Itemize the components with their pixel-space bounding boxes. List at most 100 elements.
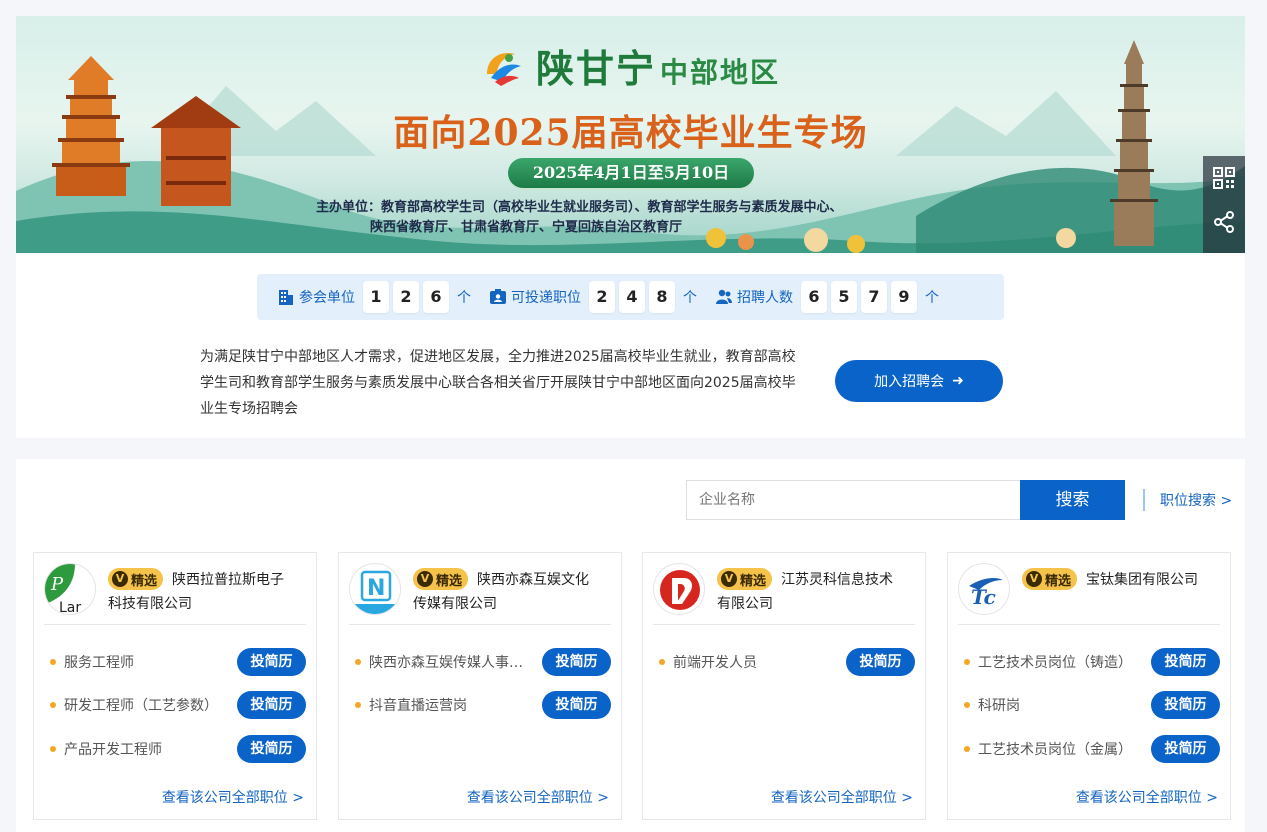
job-title[interactable]: 工艺技术员岗位（铸造） xyxy=(978,652,1151,672)
svg-text:P: P xyxy=(50,574,64,595)
view-all-jobs-link[interactable]: 查看该公司全部职位 > xyxy=(771,787,913,807)
apply-button[interactable]: 投简历 xyxy=(542,648,611,676)
stat-hires-label: 招聘人数 xyxy=(737,290,793,306)
stat-positions-unit: 个 xyxy=(683,290,697,306)
fair-intro-text: 为满足陕甘宁中部地区人才需求，促进地区发展，全力推进2025届高校毕业生就业，教… xyxy=(200,349,796,417)
organizer-line-1: 主办单位：教育部高校学生司（高校毕业生就业服务司）、教育部学生服务与素质发展中心… xyxy=(316,200,843,215)
banner-date-range: 2025年4月1日至5月10日 xyxy=(508,158,754,188)
id-card-icon xyxy=(489,288,507,306)
stat-positions: 可投递职位 2 4 8 个 xyxy=(489,281,697,313)
apply-button[interactable]: 投简历 xyxy=(237,648,306,676)
job-title[interactable]: 陕西亦森互娱传媒人事专员 xyxy=(369,652,542,672)
share-icon[interactable] xyxy=(1203,200,1245,244)
stat-positions-digit: 8 xyxy=(649,281,675,313)
job-row: 工艺技术员岗位（金属） 投简历 xyxy=(964,734,1220,764)
vip-mark-icon: V xyxy=(721,571,737,587)
banner-headline: 面向2025届高校毕业生专场 xyxy=(393,112,868,154)
bullet-dot-icon xyxy=(50,746,56,752)
view-all-jobs-link[interactable]: 查看该公司全部职位 > xyxy=(467,787,609,807)
qrcode-icon[interactable] xyxy=(1203,156,1245,200)
apply-button[interactable]: 投简历 xyxy=(237,691,306,719)
stat-units-digit: 6 xyxy=(423,281,449,313)
stat-positions-digit: 4 xyxy=(619,281,645,313)
join-fair-label: 加入招聘会 xyxy=(874,374,945,390)
stat-hires-digit: 9 xyxy=(891,281,917,313)
job-title[interactable]: 抖音直播运营岗 xyxy=(369,695,542,715)
search-divider xyxy=(1143,489,1145,511)
company-search-input[interactable] xyxy=(686,480,1021,520)
search-button[interactable]: 搜索 xyxy=(1020,480,1125,520)
apply-button[interactable]: 投简历 xyxy=(542,691,611,719)
featured-badge: V 精选 xyxy=(108,568,164,590)
company-card: 江苏灵科信息技术有限公司 V 精选 前端开发人员 投简历 查看该公司全部职位 > xyxy=(642,552,926,820)
stat-hires-digit: 5 xyxy=(831,281,857,313)
stat-units-digit: 2 xyxy=(393,281,419,313)
job-title[interactable]: 研发工程师（工艺参数） xyxy=(64,695,237,715)
baoti-logo[interactable]: Tc xyxy=(958,563,1010,615)
apply-button[interactable]: 投简历 xyxy=(1151,735,1220,763)
featured-badge: V 精选 xyxy=(1022,568,1078,590)
stat-units-label: 参会单位 xyxy=(299,290,355,306)
company-card-header: P Lar 陕西拉普拉斯电子科技有限公司 V 精选 xyxy=(44,563,306,625)
bullet-dot-icon xyxy=(355,659,361,665)
company-card-header: Tc 宝钛集团有限公司 V 精选 xyxy=(958,563,1220,625)
job-row: 抖音直播运营岗 投简历 xyxy=(355,690,611,720)
job-title[interactable]: 产品开发工程师 xyxy=(64,739,237,759)
stat-hires: 招聘人数 6 5 7 9 个 xyxy=(715,281,939,313)
banner-brand: 陕甘宁 中部地区 xyxy=(536,38,780,93)
yisen-logo[interactable]: N xyxy=(349,563,401,615)
join-fair-button[interactable]: 加入招聘会 ➜ xyxy=(835,360,1003,402)
job-row: 陕西亦森互娱传媒人事专员 投简历 xyxy=(355,647,611,677)
arrow-right-icon: ➜ xyxy=(952,373,964,389)
featured-badge-label: 精选 xyxy=(436,573,463,589)
lingke-logo[interactable] xyxy=(653,563,705,615)
job-row: 产品开发工程师 投简历 xyxy=(50,734,306,764)
people-icon xyxy=(715,288,733,306)
company-card: N 陕西亦森互娱文化传媒有限公司 V 精选 陕西亦森互娱传媒人事专员 投简历 抖音… xyxy=(338,552,622,820)
company-card-header: 江苏灵科信息技术有限公司 V 精选 xyxy=(653,563,915,625)
company-card-header: N 陕西亦森互娱文化传媒有限公司 V 精选 xyxy=(349,563,611,625)
view-all-jobs-link[interactable]: 查看该公司全部职位 > xyxy=(1076,787,1218,807)
job-row: 前端开发人员 投简历 xyxy=(659,647,915,677)
company-card: Tc 宝钛集团有限公司 V 精选 工艺技术员岗位（铸造） 投简历 科研岗 投简历 … xyxy=(947,552,1231,820)
company-card: P Lar 陕西拉普拉斯电子科技有限公司 V 精选 服务工程师 投简历 研发工程师… xyxy=(33,552,317,820)
svg-text:Tc: Tc xyxy=(971,585,996,609)
job-row: 研发工程师（工艺参数） 投简历 xyxy=(50,690,306,720)
company-section: 搜索 职位搜索 > P Lar 陕西拉普拉斯电子科技有限公司 V精选 服务工程师… xyxy=(16,459,1245,832)
svg-text:Lar: Lar xyxy=(59,600,81,615)
job-title[interactable]: 前端开发人员 xyxy=(673,652,846,672)
view-all-jobs-link[interactable]: 查看该公司全部职位 > xyxy=(162,787,304,807)
fair-info-panel: 参会单位 1 2 6 个 可投递职位 2 4 8 个 招聘人数 6 5 7 9 … xyxy=(16,253,1245,438)
laplace-logo[interactable]: P Lar xyxy=(44,563,96,615)
featured-badge: V 精选 xyxy=(413,568,469,590)
vip-mark-icon: V xyxy=(1026,571,1042,587)
stat-hires-unit: 个 xyxy=(925,290,939,306)
job-title[interactable]: 科研岗 xyxy=(978,695,1151,715)
bullet-dot-icon xyxy=(964,702,970,708)
job-row: 科研岗 投简历 xyxy=(964,690,1220,720)
apply-button[interactable]: 投简历 xyxy=(1151,691,1220,719)
bullet-dot-icon xyxy=(355,702,361,708)
vip-mark-icon: V xyxy=(112,571,128,587)
bullet-dot-icon xyxy=(964,746,970,752)
building-icon xyxy=(277,288,295,306)
stat-units: 参会单位 1 2 6 个 xyxy=(277,281,471,313)
event-logo-icon xyxy=(486,52,521,86)
apply-button[interactable]: 投简历 xyxy=(846,648,915,676)
vip-mark-icon: V xyxy=(417,571,433,587)
svg-text:N: N xyxy=(367,576,385,601)
job-title[interactable]: 服务工程师 xyxy=(64,652,237,672)
apply-button[interactable]: 投简历 xyxy=(1151,648,1220,676)
organizer-line-2: 陕西省教育厅、甘肃省教育厅、宁夏回族自治区教育厅 xyxy=(370,220,683,235)
stat-units-unit: 个 xyxy=(457,290,471,306)
job-row: 服务工程师 投简历 xyxy=(50,647,306,677)
featured-badge-label: 精选 xyxy=(740,573,767,589)
stat-positions-digit: 2 xyxy=(589,281,615,313)
side-toolbar xyxy=(1203,156,1245,253)
job-title[interactable]: 工艺技术员岗位（金属） xyxy=(978,739,1151,759)
featured-badge-label: 精选 xyxy=(131,573,158,589)
banner-title-row: 陕甘宁 中部地区 xyxy=(16,38,1245,93)
apply-button[interactable]: 投简历 xyxy=(237,735,306,763)
job-search-link[interactable]: 职位搜索 > xyxy=(1160,490,1232,510)
banner-brand-sub: 中部地区 xyxy=(660,56,781,89)
